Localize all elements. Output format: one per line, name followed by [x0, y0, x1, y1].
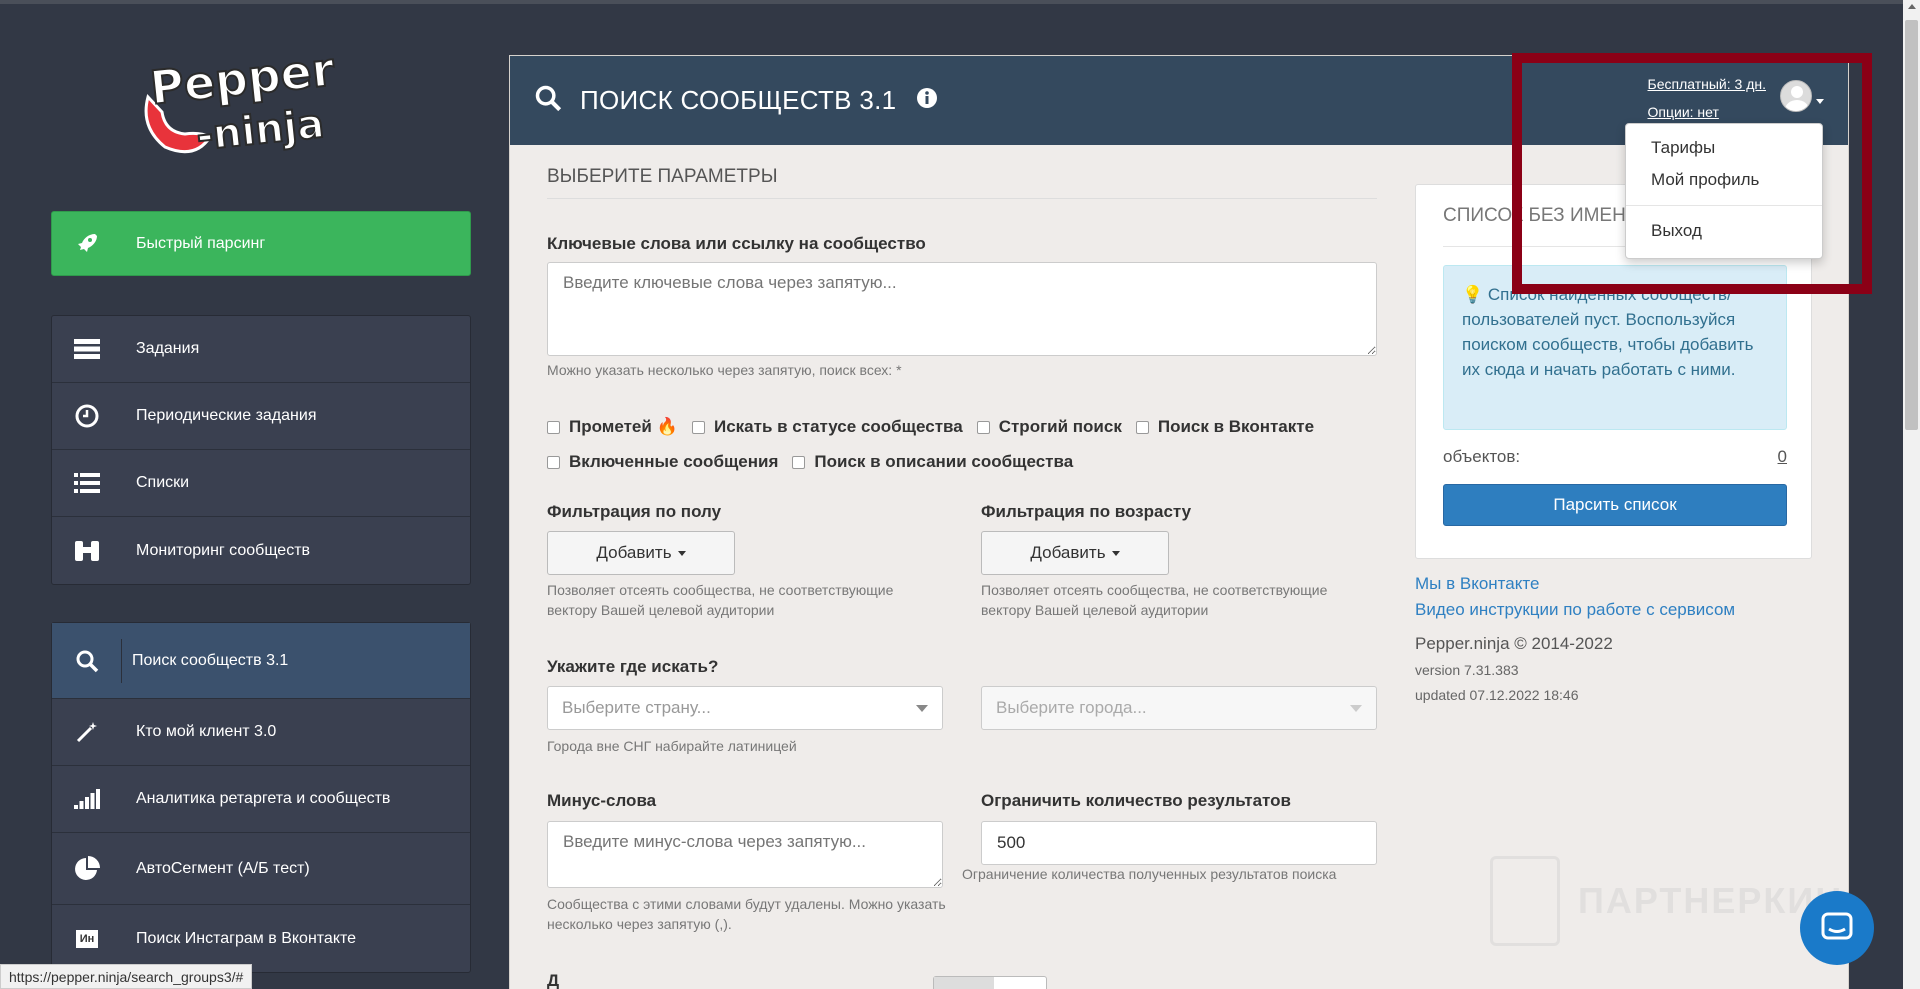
chat-icon	[1821, 912, 1853, 940]
video-instructions-link[interactable]: Видео инструкции по работе с сервисом	[1415, 597, 1735, 623]
search-icon	[52, 638, 122, 683]
sidebar-item-autosegment[interactable]: АвтоСегмент (А/Б тест)	[52, 833, 470, 905]
menu-item-logout[interactable]: Выход	[1626, 215, 1822, 247]
pie-chart-icon	[52, 833, 122, 904]
scroll-up-icon[interactable]	[1908, 4, 1916, 9]
chevron-down-icon	[916, 704, 928, 712]
options-link[interactable]: Опции: нет	[1648, 98, 1766, 126]
vk-link[interactable]: Мы в Вконтакте	[1415, 571, 1735, 597]
scroll-thumb[interactable]	[1905, 20, 1918, 430]
toggle-switch[interactable]	[933, 976, 1047, 989]
search-icon	[534, 84, 562, 117]
sidebar-item-monitoring[interactable]: Мониторинг сообществ	[52, 517, 470, 584]
chevron-down-icon	[1350, 704, 1362, 712]
quick-parse-label: Быстрый парсинг	[136, 234, 266, 252]
objects-count-row: объектов: 0	[1443, 447, 1787, 467]
sidebar-item-lists[interactable]: Списки	[52, 450, 470, 517]
page-scrollbar[interactable]	[1903, 0, 1920, 989]
checkbox-search-status[interactable]: Искать в статусе сообщества	[691, 417, 963, 437]
pepper-ninja-logo[interactable]: Pepper -ninja	[140, 41, 390, 162]
sidebar-item-retarget-analytics[interactable]: Аналитика ретаргета и сообществ	[52, 766, 470, 833]
country-select[interactable]: Выберите страну...	[547, 686, 943, 730]
svg-text:-ninja: -ninja	[194, 101, 326, 160]
updated-date: updated 07.12.2022 18:46	[1415, 687, 1579, 703]
checkbox-search-description[interactable]: Поиск в описании сообщества	[792, 452, 1073, 472]
list-icon	[52, 450, 122, 516]
keywords-input[interactable]	[547, 262, 1377, 356]
search-form: ВЫБЕРИТЕ ПАРАМЕТРЫ	[547, 166, 1377, 199]
chevron-down-icon	[677, 550, 686, 556]
gender-add-button[interactable]: Добавить	[547, 531, 735, 575]
limit-label: Ограничить количество результатов	[981, 791, 1291, 810]
next-section-label: Д	[547, 971, 560, 989]
checkbox-search-vk[interactable]: Поиск в Вконтакте	[1135, 417, 1314, 437]
sidebar-item-who-is-my-client[interactable]: Кто мой клиент 3.0	[52, 699, 470, 766]
keywords-label: Ключевые слова или ссылку на сообщество	[547, 234, 926, 253]
gender-filter-help: Позволяет отсеять сообщества, не соответ…	[547, 582, 894, 618]
sidebar-group-tools: Поиск сообществ 3.1 Кто мой клиент 3.0 А…	[51, 622, 471, 973]
sidebar-item-periodic-tasks[interactable]: Периодические задания	[52, 383, 470, 450]
help-links: Мы в Вконтакте Видео инструкции по работ…	[1415, 571, 1735, 623]
menu-item-tariffs[interactable]: Тарифы	[1626, 132, 1822, 164]
country-help: Города вне СНГ набирайте латиницей	[547, 738, 797, 754]
age-filter-help: Позволяет отсеять сообщества, не соответ…	[981, 582, 1328, 618]
minus-words-input[interactable]	[547, 821, 943, 888]
minus-words-label: Минус-слова	[547, 791, 657, 810]
instagram-vk-icon: Ин	[52, 905, 122, 972]
gender-filter-label: Фильтрация по полу	[547, 502, 722, 521]
server-icon	[52, 316, 122, 382]
checkbox-row-2: Включенные сообщения Поиск в описании со…	[547, 452, 1087, 472]
signal-bars-icon	[52, 766, 122, 832]
empty-list-notice: 💡 Список найденных сообществ/пользовател…	[1443, 265, 1787, 430]
city-select[interactable]: Выберите города...	[981, 686, 1377, 730]
checkbox-messages-enabled[interactable]: Включенные сообщения	[547, 452, 778, 472]
watermark: ПАРТНЕРКИН	[1490, 856, 1843, 946]
chevron-down-icon	[1111, 550, 1120, 556]
binoculars-icon	[52, 517, 122, 584]
menu-item-profile[interactable]: Мой профиль	[1626, 164, 1822, 196]
page-title: ПОИСК СООБЩЕСТВ 3.1	[580, 85, 897, 115]
version: version 7.31.383	[1415, 662, 1519, 678]
age-add-button[interactable]: Добавить	[981, 531, 1169, 575]
age-filter-label: Фильтрация по возрасту	[981, 502, 1192, 521]
chevron-down-icon	[1816, 98, 1824, 104]
magic-wand-icon	[52, 699, 122, 765]
rocket-icon	[52, 212, 122, 275]
limit-input[interactable]: 500	[981, 821, 1377, 865]
objects-count[interactable]: 0	[1778, 447, 1787, 467]
sidebar-item-tasks[interactable]: Задания	[52, 316, 470, 383]
checkbox-row-1: Прометей 🔥 Искать в статусе сообщества Ст…	[547, 417, 1328, 437]
location-label: Укажите где искать?	[547, 657, 719, 676]
chat-button[interactable]	[1800, 891, 1874, 965]
status-url: https://pepper.ninja/search_groups3/#	[0, 964, 253, 989]
lightbulb-icon: 💡	[1462, 285, 1488, 304]
list-title: СПИСОК БЕЗ ИМЕНИ	[1443, 205, 1640, 226]
parse-list-button[interactable]: Парсить список	[1443, 484, 1787, 526]
copyright: Pepper.ninja © 2014-2022	[1415, 634, 1613, 653]
fire-icon: 🔥	[656, 417, 678, 436]
clock-icon	[52, 383, 122, 449]
sidebar-item-community-search[interactable]: Поиск сообществ 3.1	[52, 623, 470, 699]
sidebar-item-instagram-vk[interactable]: Ин Поиск Инстаграм в Вконтакте	[52, 905, 470, 972]
user-menu-toggle[interactable]	[1780, 80, 1824, 112]
section-title: ВЫБЕРИТЕ ПАРАМЕТРЫ	[547, 166, 1377, 199]
avatar	[1780, 80, 1812, 112]
info-icon[interactable]	[916, 87, 938, 114]
plan-link[interactable]: Бесплатный: 3 дн.	[1648, 70, 1766, 98]
checkbox-prometheus[interactable]: Прометей 🔥	[547, 417, 678, 437]
user-dropdown-menu: Тарифы Мой профиль Выход	[1625, 123, 1823, 259]
minus-words-help: Сообщества с этими словами будут удалены…	[547, 896, 946, 932]
keywords-help: Можно указать несколько через запятую, п…	[547, 362, 902, 378]
window-top-edge	[0, 0, 1920, 4]
sidebar-group-tasks: Задания Периодические задания Списки Мон…	[51, 315, 471, 585]
account-info: Бесплатный: 3 дн. Опции: нет	[1648, 70, 1766, 126]
checkbox-strict-search[interactable]: Строгий поиск	[976, 417, 1122, 437]
quick-parse-button[interactable]: Быстрый парсинг	[51, 211, 471, 276]
limit-help: Ограничение количества полученных резуль…	[962, 866, 1337, 882]
